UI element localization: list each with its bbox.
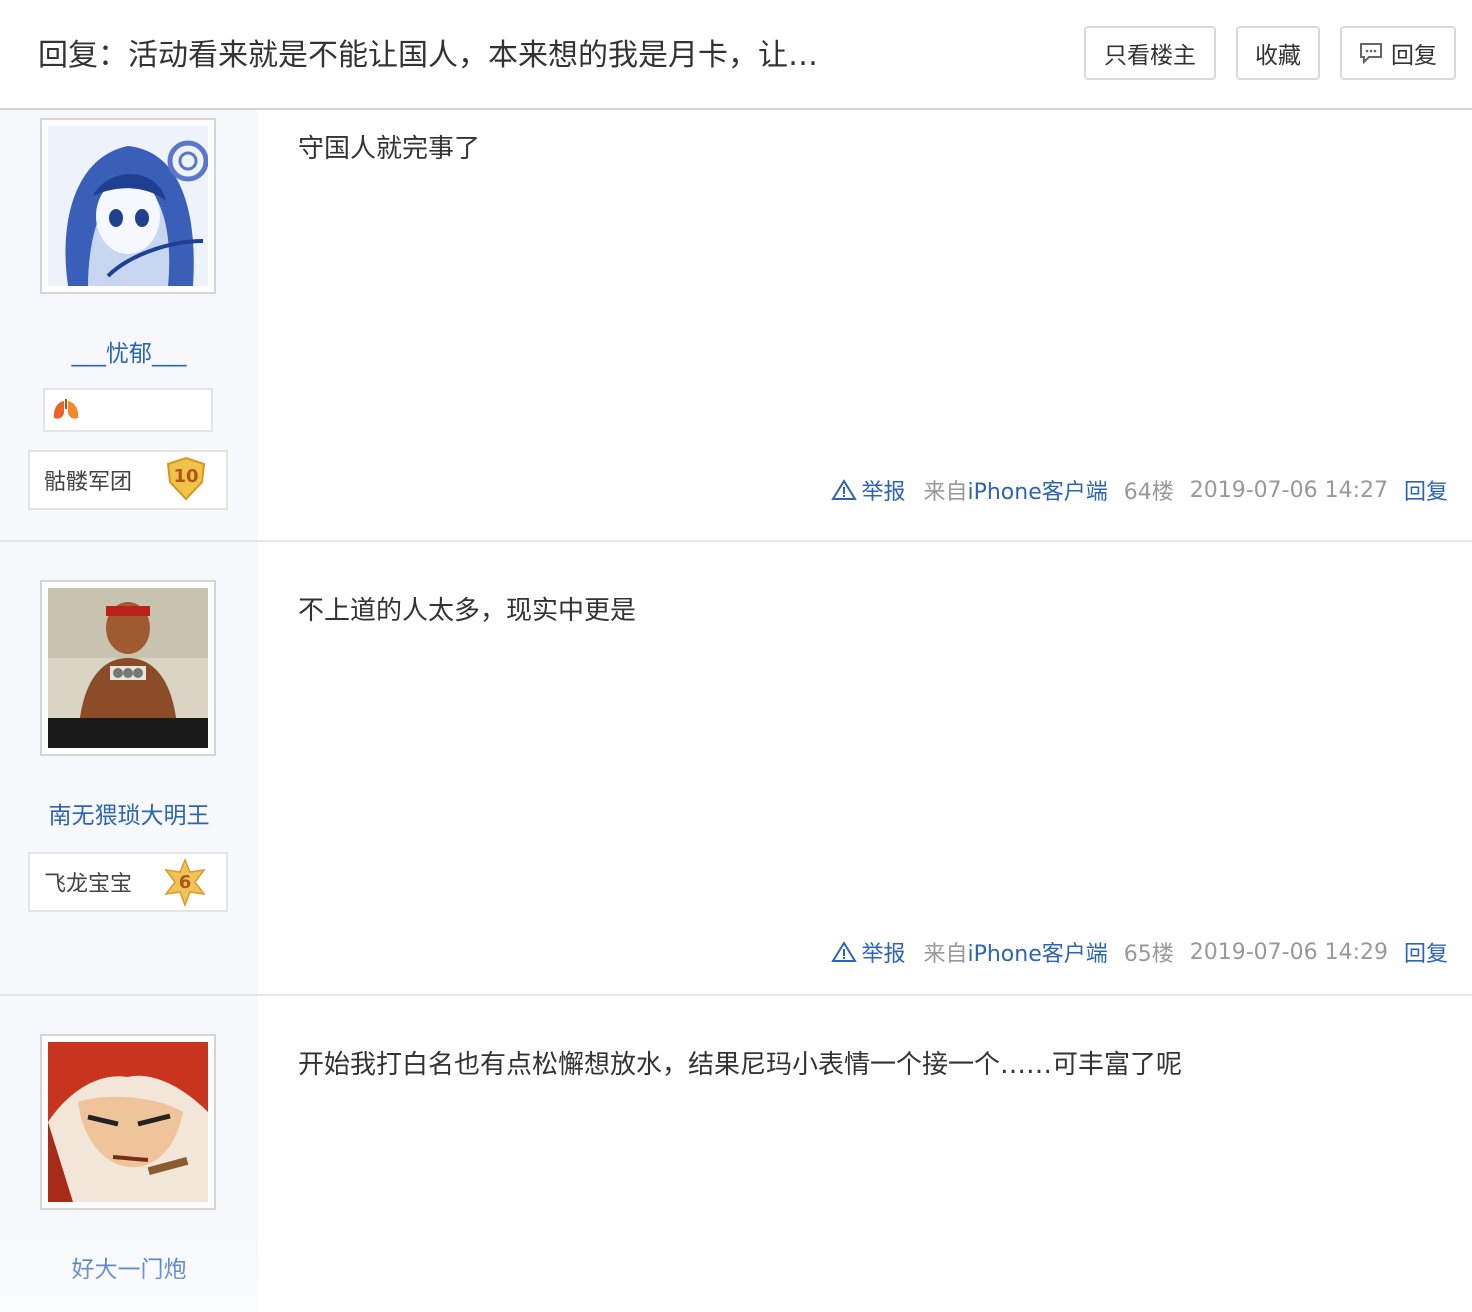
only-op-button[interactable]: 只看楼主	[1084, 26, 1216, 80]
post-content: 不上道的人太多，现实中更是	[298, 596, 637, 626]
avatar[interactable]	[40, 1034, 216, 1210]
report-label: 举报	[861, 942, 906, 967]
reply-button[interactable]: 回复	[1340, 26, 1456, 80]
level-star-icon: 6	[162, 858, 208, 912]
client-link[interactable]: iPhone客户端	[967, 942, 1107, 967]
post-tail: 举报 来自iPhone客户端 65楼 2019-07-06 14:29 回复	[831, 936, 1448, 968]
report-link[interactable]: 举报	[831, 936, 905, 968]
level-number: 6	[179, 872, 192, 893]
fighter-avatar	[48, 588, 208, 748]
username[interactable]: 南无猥琐大明王	[0, 796, 258, 830]
floor-number: 64楼	[1123, 480, 1174, 505]
warning-icon	[831, 941, 858, 962]
thread-header: 回复：活动看来就是不能让国人，本来想的我是月卡，让… 只看楼主 收藏 回复	[0, 0, 1472, 110]
reply-button-label: 回复	[1391, 43, 1437, 69]
source-prefix: 来自	[923, 480, 968, 505]
level-box[interactable]: 骷髅军团 10	[28, 450, 228, 510]
client-link[interactable]: iPhone客户端	[967, 480, 1107, 505]
avatar[interactable]	[40, 580, 216, 756]
redhair-avatar	[48, 1042, 208, 1202]
report-label: 举报	[861, 480, 906, 505]
level-shield-icon: 10	[164, 456, 208, 506]
reply-link[interactable]: 回复	[1404, 474, 1448, 506]
report-link[interactable]: 举报	[831, 474, 905, 506]
level-number: 10	[173, 466, 198, 487]
thread-title: 回复：活动看来就是不能让国人，本来想的我是月卡，让…	[38, 38, 818, 73]
post-floor-64: ___忧郁___ 骷髅军团 10 守国人就完事了 举报 来自iPhone客户端 …	[0, 110, 1472, 542]
comment-icon	[1359, 42, 1383, 64]
post-tail: 举报 来自iPhone客户端 64楼 2019-07-06 14:27 回复	[831, 474, 1448, 506]
post-content: 开始我打白名也有点松懈想放水，结果尼玛小表情一个接一个……可丰富了呢	[298, 1050, 1183, 1080]
post-floor-66: 好大一门炮 开始我打白名也有点松懈想放水，结果尼玛小表情一个接一个……可丰富了呢	[0, 996, 1472, 1312]
post-time: 2019-07-06 14:27	[1189, 477, 1388, 503]
reply-link[interactable]: 回复	[1404, 936, 1448, 968]
username[interactable]: 好大一门炮	[0, 1250, 258, 1284]
post-floor-65: 南无猥琐大明王 飞龙宝宝 6 不上道的人太多，现实中更是 举报 来自iPhone…	[0, 542, 1472, 996]
lungs-badge-icon	[51, 398, 81, 426]
level-name: 骷髅军团	[44, 470, 133, 495]
source: 来自iPhone客户端	[923, 936, 1107, 968]
floor-number: 65楼	[1123, 942, 1174, 967]
warning-icon	[831, 479, 858, 500]
level-name: 飞龙宝宝	[44, 872, 133, 897]
post-content: 守国人就完事了	[298, 134, 481, 164]
badge-row	[43, 388, 213, 432]
post-time: 2019-07-06 14:29	[1189, 939, 1388, 965]
source: 来自iPhone客户端	[923, 474, 1107, 506]
anime-girl-avatar	[48, 126, 208, 286]
username[interactable]: ___忧郁___	[0, 334, 258, 368]
level-box[interactable]: 飞龙宝宝 6	[28, 852, 228, 912]
source-prefix: 来自	[923, 942, 968, 967]
favorite-button[interactable]: 收藏	[1236, 26, 1320, 80]
avatar[interactable]	[40, 118, 216, 294]
